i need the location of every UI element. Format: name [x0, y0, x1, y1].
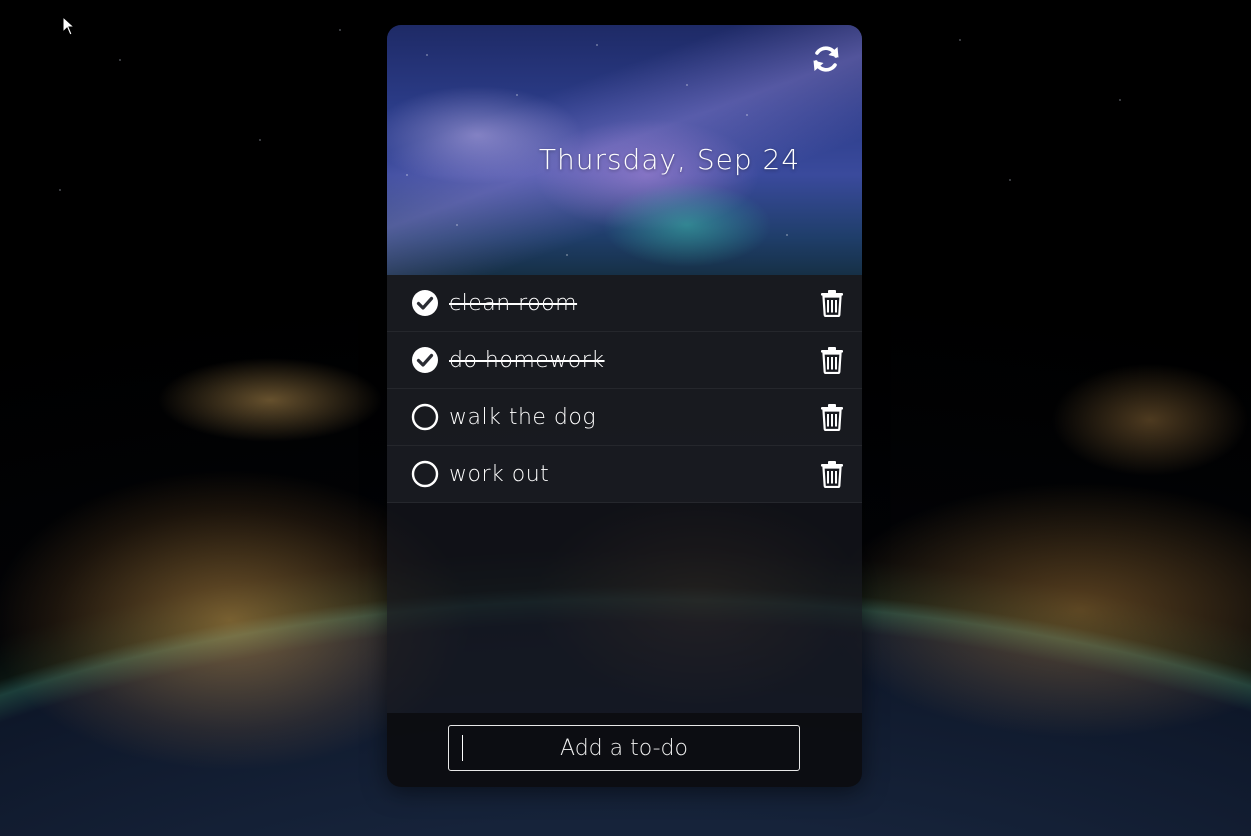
todo-text: walk the dog — [449, 404, 597, 430]
text-caret — [462, 735, 463, 761]
todo-text: work out — [449, 461, 550, 487]
trash-icon[interactable] — [819, 460, 845, 488]
todo-item: work out — [387, 446, 862, 503]
mouse-pointer-icon — [62, 16, 76, 36]
todo-text: do homework — [449, 347, 605, 373]
trash-icon[interactable] — [819, 346, 845, 374]
empty-circle-icon[interactable] — [411, 403, 439, 431]
checked-circle-icon[interactable] — [411, 289, 439, 317]
todo-text: clean room — [449, 290, 578, 316]
empty-circle-icon[interactable] — [411, 460, 439, 488]
todo-card: Thursday, Sep 24 clean room do homework … — [387, 25, 862, 787]
refresh-icon[interactable] — [810, 43, 842, 75]
checked-circle-icon[interactable] — [411, 346, 439, 374]
header-image: Thursday, Sep 24 — [387, 25, 862, 275]
todo-item: clean room — [387, 275, 862, 332]
trash-icon[interactable] — [819, 289, 845, 317]
todo-item: walk the dog — [387, 389, 862, 446]
add-todo-bar — [387, 713, 862, 787]
current-date: Thursday, Sep 24 — [538, 143, 801, 176]
todo-list: clean room do homework walk the dog work… — [387, 275, 862, 503]
add-todo-input[interactable] — [448, 725, 800, 771]
todo-item: do homework — [387, 332, 862, 389]
trash-icon[interactable] — [819, 403, 845, 431]
